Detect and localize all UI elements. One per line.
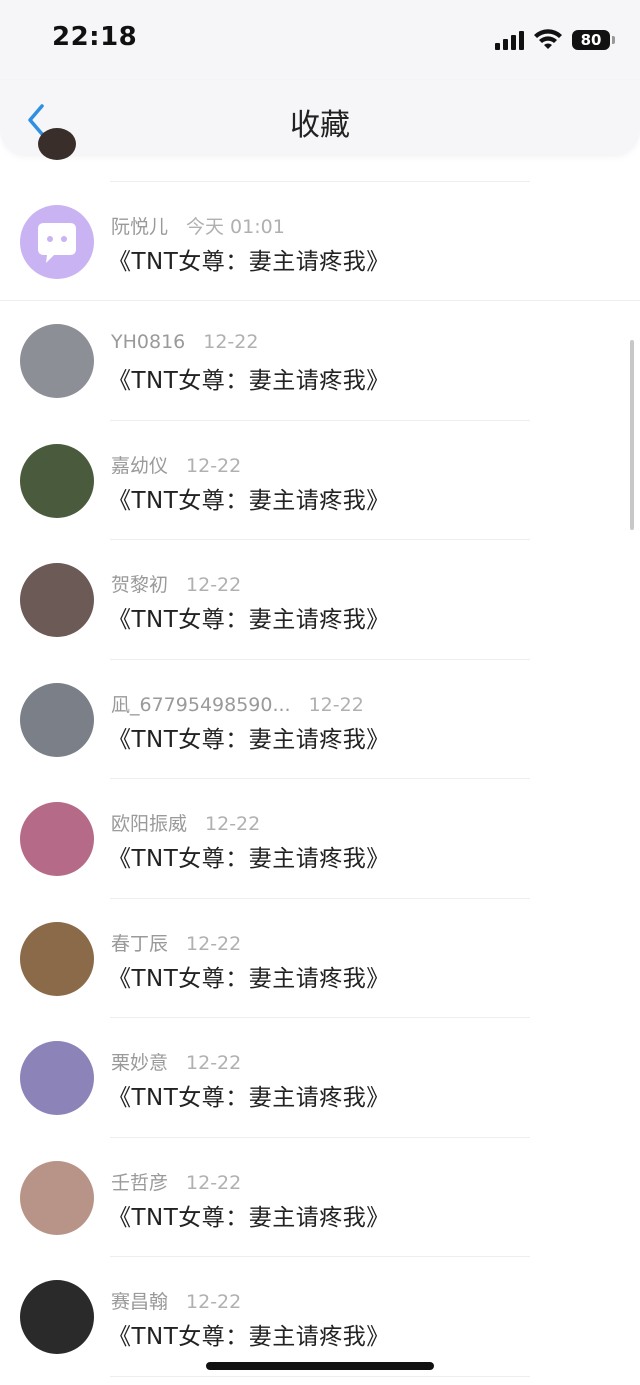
item-date: 今天 01:01 bbox=[186, 216, 285, 238]
scrollbar[interactable] bbox=[630, 340, 634, 530]
avatar[interactable] bbox=[20, 563, 94, 637]
list-item-partial bbox=[0, 128, 640, 182]
item-date: 12-22 bbox=[186, 1052, 242, 1074]
list-item[interactable]: 凪_67795498590... 12-22 《TNT女尊：妻主请疼我》 bbox=[0, 660, 640, 779]
item-meta: 壬哲彦 12-22 bbox=[111, 1168, 241, 1195]
item-meta: 贺黎初 12-22 bbox=[111, 570, 241, 597]
user-name[interactable]: 欧阳振威 bbox=[111, 813, 187, 835]
item-date: 12-22 bbox=[186, 1291, 242, 1313]
cellular-signal-icon bbox=[495, 30, 524, 50]
user-name[interactable]: 春丁辰 bbox=[111, 933, 168, 955]
item-content[interactable]: 《TNT女尊：妻主请疼我》 bbox=[108, 481, 390, 515]
item-date: 12-22 bbox=[186, 1171, 242, 1194]
item-content[interactable]: 《TNT女尊：妻主请疼我》 bbox=[108, 600, 390, 634]
user-name[interactable]: 凪_67795498590... bbox=[111, 694, 291, 716]
item-content[interactable]: 《TNT女尊：妻主请疼我》 bbox=[108, 242, 390, 276]
user-name[interactable]: 阮悦儿 bbox=[111, 216, 168, 238]
avatar[interactable] bbox=[20, 324, 94, 398]
item-date: 12-22 bbox=[186, 932, 242, 955]
item-content[interactable]: 《TNT女尊：妻主请疼我》 bbox=[108, 1317, 390, 1351]
avatar[interactable] bbox=[20, 802, 94, 876]
list-item[interactable]: 壬哲彦 12-22 《TNT女尊：妻主请疼我》 bbox=[0, 1138, 640, 1257]
user-name[interactable]: 贺黎初 bbox=[111, 574, 168, 596]
user-name[interactable]: 壬哲彦 bbox=[111, 1172, 168, 1194]
list-item[interactable]: 嘉幼仪 12-22 《TNT女尊：妻主请疼我》 bbox=[0, 421, 640, 540]
item-meta: 阮悦儿 今天 01:01 bbox=[111, 212, 285, 239]
list-item[interactable]: YH0816 12-22 《TNT女尊：妻主请疼我》 bbox=[0, 301, 640, 421]
item-content[interactable]: 《TNT女尊：妻主请疼我》 bbox=[108, 839, 390, 873]
home-indicator[interactable] bbox=[206, 1362, 434, 1370]
avatar[interactable] bbox=[20, 1160, 94, 1235]
item-meta: 嘉幼仪 12-22 bbox=[111, 451, 241, 478]
item-meta: 欧阳振威 12-22 bbox=[111, 809, 260, 836]
list-item[interactable]: 欧阳振威 12-22 《TNT女尊：妻主请疼我》 bbox=[0, 779, 640, 899]
nav-bar: 收藏 bbox=[0, 80, 640, 156]
battery-icon: 80 bbox=[572, 30, 615, 50]
item-meta: 赛昌翰 12-22 bbox=[111, 1287, 241, 1314]
divider bbox=[110, 1375, 530, 1377]
page-title: 收藏 bbox=[290, 108, 350, 143]
status-bar: 22:18 80 bbox=[0, 0, 640, 80]
item-date: 12-22 bbox=[203, 331, 259, 353]
status-icons: 80 bbox=[495, 26, 615, 54]
wifi-icon bbox=[534, 29, 562, 49]
item-content[interactable]: 《TNT女尊：妻主请疼我》 bbox=[108, 1078, 390, 1112]
avatar[interactable] bbox=[20, 682, 94, 757]
list-item[interactable]: 阮悦儿 今天 01:01 《TNT女尊：妻主请疼我》 bbox=[0, 182, 640, 301]
user-name[interactable]: 嘉幼仪 bbox=[111, 455, 168, 477]
item-meta: YH0816 12-22 bbox=[111, 331, 258, 353]
item-date: 12-22 bbox=[308, 693, 364, 716]
list-item[interactable]: 春丁辰 12-22 《TNT女尊：妻主请疼我》 bbox=[0, 899, 640, 1018]
item-meta: 春丁辰 12-22 bbox=[111, 929, 241, 956]
item-date: 12-22 bbox=[186, 574, 242, 596]
user-name[interactable]: YH0816 bbox=[111, 331, 185, 353]
avatar[interactable] bbox=[20, 1280, 94, 1354]
avatar[interactable] bbox=[20, 1041, 94, 1115]
item-content[interactable]: 《TNT女尊：妻主请疼我》 bbox=[108, 720, 390, 754]
item-content[interactable]: 《TNT女尊：妻主请疼我》 bbox=[108, 1198, 390, 1232]
item-content[interactable]: 《TNT女尊：妻主请疼我》 bbox=[108, 361, 390, 395]
item-meta: 凪_67795498590... 12-22 bbox=[111, 690, 364, 717]
avatar[interactable] bbox=[20, 443, 94, 518]
favorites-list[interactable]: 阮悦儿 今天 01:01 《TNT女尊：妻主请疼我》 YH0816 12-22 《TNT女… bbox=[0, 128, 640, 1377]
item-date: 12-22 bbox=[205, 813, 261, 835]
avatar[interactable] bbox=[20, 921, 94, 996]
avatar bbox=[38, 128, 76, 160]
status-time: 22:18 bbox=[52, 22, 138, 52]
item-date: 12-22 bbox=[186, 454, 242, 477]
chat-bubble-icon bbox=[38, 223, 76, 263]
list-item[interactable]: 贺黎初 12-22 《TNT女尊：妻主请疼我》 bbox=[0, 540, 640, 660]
list-item[interactable]: 栗妙意 12-22 《TNT女尊：妻主请疼我》 bbox=[0, 1018, 640, 1138]
user-name[interactable]: 赛昌翰 bbox=[111, 1291, 168, 1313]
item-meta: 栗妙意 12-22 bbox=[111, 1048, 241, 1075]
item-content[interactable]: 《TNT女尊：妻主请疼我》 bbox=[108, 959, 390, 993]
chat-bubble-avatar[interactable] bbox=[20, 205, 94, 279]
list-item[interactable]: 赛昌翰 12-22 《TNT女尊：妻主请疼我》 bbox=[0, 1257, 640, 1377]
user-name[interactable]: 栗妙意 bbox=[111, 1052, 168, 1074]
